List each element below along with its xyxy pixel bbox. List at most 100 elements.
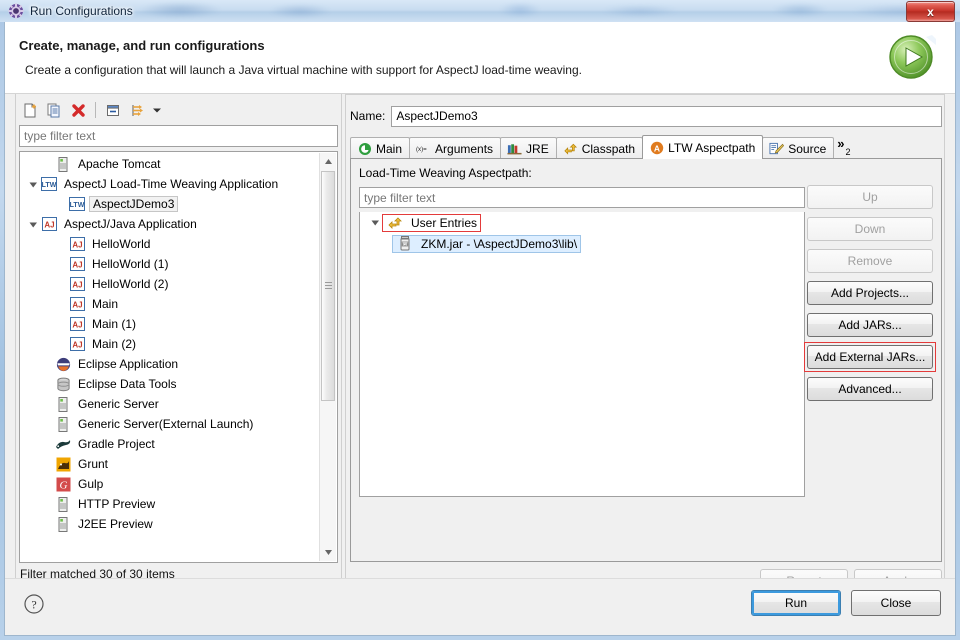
expander-expanded-icon[interactable] (26, 174, 40, 194)
arguments-xeq-icon: (x)= (416, 141, 431, 156)
configuration-tabs: Main (x)= Arguments JRE Classpath A LTW Aspect… (350, 135, 942, 159)
config-tree-item-label: Generic Server(External Launch) (78, 417, 254, 431)
aspectpath-button-wrapper: Down (807, 217, 933, 241)
config-tree-item-label: Gradle Project (78, 437, 155, 451)
grunt-icon (54, 456, 72, 472)
aspectpath-entry-box: 010 ZKM.jar - \AspectJDemo3\lib\ (392, 234, 582, 253)
svg-text:AJ: AJ (72, 341, 82, 350)
config-tree-item[interactable]: Eclipse Data Tools (20, 374, 320, 394)
config-tree-item[interactable]: Gradle Project (20, 434, 320, 454)
name-input[interactable]: AspectJDemo3 (391, 105, 942, 127)
config-tree-item[interactable]: Apache Tomcat (20, 154, 320, 174)
aspectpath-entry-row[interactable]: User Entries (360, 212, 804, 233)
config-tree-item[interactable]: AJ HelloWorld (20, 234, 320, 254)
config-tree-item[interactable]: HTTP Preview (20, 494, 320, 514)
aj-icon: AJ (40, 216, 58, 232)
window-close-button[interactable]: x (906, 1, 955, 22)
aspectpath-entry-row[interactable]: 010 ZKM.jar - \AspectJDemo3\lib\ (360, 233, 804, 254)
aspectpath-action-buttons: Up Down Remove Add Projects... Add JARs... Ad… (804, 185, 936, 409)
config-tree-item[interactable]: Generic Server(External Launch) (20, 414, 320, 434)
config-tree-item[interactable]: G Gulp (20, 474, 320, 494)
config-tree-item[interactable]: Eclipse Application (20, 354, 320, 374)
run-button[interactable]: Run (751, 590, 841, 616)
remove-button: Remove (807, 249, 933, 273)
expander-expanded-icon[interactable] (368, 213, 382, 233)
delete-icon[interactable] (67, 99, 89, 121)
config-tree-item[interactable]: AJ HelloWorld (2) (20, 274, 320, 294)
config-tree-item-label: Main (92, 297, 119, 311)
config-tree-item[interactable]: J2EE Preview (20, 514, 320, 534)
config-tree-item-label: HelloWorld (2) (92, 277, 169, 291)
scroll-down-icon[interactable] (320, 544, 336, 561)
configurations-tree[interactable]: Apache Tomcat LTW AspectJ Load-Time Weavi… (19, 151, 338, 563)
add-projects-button[interactable]: Add Projects... (807, 281, 933, 305)
expander-expanded-icon[interactable] (26, 214, 40, 234)
advanced-button[interactable]: Advanced... (807, 377, 933, 401)
config-tree-item[interactable]: AJ HelloWorld (1) (20, 254, 320, 274)
config-tree-item-label: Gulp (78, 477, 104, 491)
config-tree-item[interactable]: LTW AspectJ Load-Time Weaving Application (20, 174, 320, 194)
config-tree-item[interactable]: LTW AspectJDemo3 (20, 194, 320, 214)
aspectpath-button-wrapper: Remove (807, 249, 933, 273)
aero-glass-backdrop (0, 0, 960, 22)
aspectpath-entry-label: ZKM.jar - \AspectJDemo3\lib\ (421, 236, 578, 251)
config-tree-item[interactable]: AJ Main (20, 294, 320, 314)
configurations-filter-input[interactable]: type filter text (19, 125, 338, 147)
tab-classpath[interactable]: Classpath (555, 137, 644, 159)
tab-ltw-aspectpath[interactable]: A LTW Aspectpath (642, 135, 764, 159)
user-entries-icon (386, 215, 404, 231)
close-button[interactable]: Close (851, 590, 941, 616)
aspectpath-filter-placeholder: type filter text (364, 190, 436, 205)
collapse-all-icon[interactable] (102, 99, 124, 121)
gulp-icon: G (54, 476, 72, 492)
tab-jre[interactable]: JRE (500, 137, 557, 159)
configuration-details-panel: Name: AspectJDemo3 Main (x)= Arguments JRE C… (348, 97, 944, 593)
config-tree-item-label: Main (1) (92, 317, 137, 331)
classpath-arrows-icon (563, 141, 578, 156)
add-external-jars-button[interactable]: Add External JARs... (807, 345, 933, 369)
configurations-toolbar (17, 97, 340, 123)
aspectpath-filter-input[interactable]: type filter text (359, 187, 805, 208)
tab-main[interactable]: Main (350, 137, 411, 159)
config-tree-item-label: HelloWorld (92, 237, 151, 251)
add-jars-button[interactable]: Add JARs... (807, 313, 933, 337)
config-tree-item-label: HelloWorld (1) (92, 257, 169, 271)
config-tree-item-label: HTTP Preview (78, 497, 156, 511)
config-tree-item[interactable]: Generic Server (20, 394, 320, 414)
tab-label: LTW Aspectpath (668, 140, 756, 155)
gradle-icon (54, 436, 72, 452)
dialog-header: Create, manage, and run configurations C… (5, 22, 955, 94)
question-mark-icon[interactable]: ? (23, 593, 45, 615)
new-launch-configuration-icon[interactable] (19, 99, 41, 121)
aspectpath-entries-tree[interactable]: User Entries 010 ZKM.jar - \AspectJDemo3\… (359, 212, 805, 497)
tab-label: Main (376, 141, 403, 156)
config-tree-item[interactable]: Grunt (20, 454, 320, 474)
tree-scrollbar[interactable] (319, 153, 336, 561)
filter-arrows-icon[interactable] (126, 99, 148, 121)
scroll-up-icon[interactable] (320, 153, 336, 170)
tree-scrollbar-thumb[interactable] (321, 171, 335, 401)
dialog-client-area: Create, manage, and run configurations C… (4, 22, 956, 636)
config-tree-item-label: Eclipse Data Tools (78, 377, 177, 391)
configurations-panel: type filter text Apache Tomcat LTW Aspect… (17, 97, 340, 591)
duplicate-icon[interactable] (43, 99, 65, 121)
chevron-down-icon[interactable] (150, 99, 164, 121)
config-tree-item[interactable]: AJ AspectJ/Java Application (20, 214, 320, 234)
tab-arguments[interactable]: (x)= Arguments (409, 137, 502, 159)
gear-icon (8, 3, 24, 19)
name-label: Name: (350, 109, 386, 123)
config-tree-item-label: Eclipse Application (78, 357, 179, 371)
tab-overflow-chevron-icon[interactable]: » 2 (833, 137, 854, 159)
config-tree-item[interactable]: AJ Main (1) (20, 314, 320, 334)
config-tree-item[interactable]: AJ Main (2) (20, 334, 320, 354)
tab-source[interactable]: Source (762, 137, 835, 159)
config-tree-item-label: Main (2) (92, 337, 137, 351)
footer-buttons: Run Close (751, 590, 941, 616)
